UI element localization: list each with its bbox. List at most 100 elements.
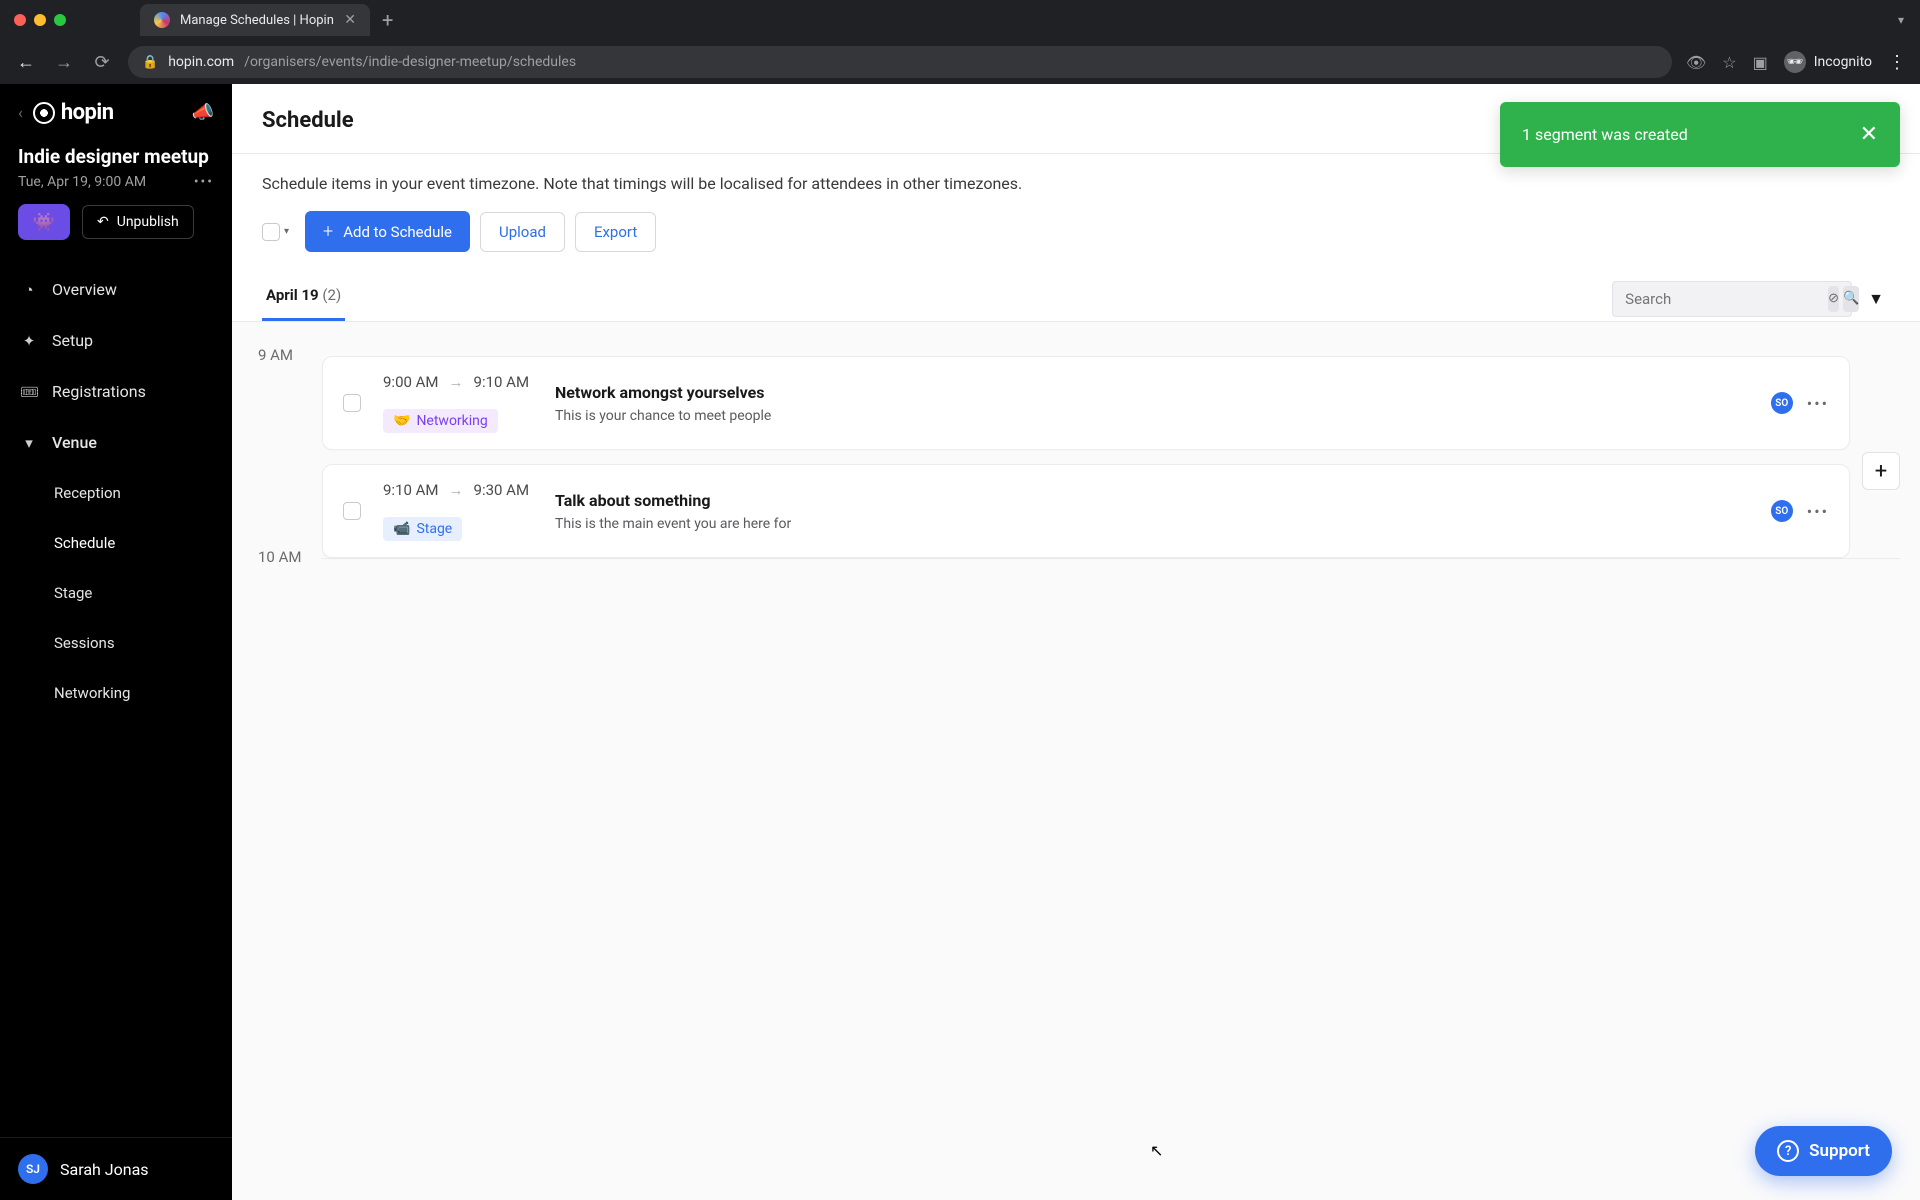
toast-success: 1 segment was created ✕ (1500, 102, 1900, 167)
tab-close-icon[interactable]: ✕ (344, 12, 356, 28)
segment-title: Network amongst yourselves (555, 383, 771, 402)
window-minimize-icon[interactable] (34, 14, 46, 26)
sidebar-item-stage[interactable]: Stage (0, 568, 232, 618)
segment-tag-stage: 📹 Stage (383, 517, 462, 541)
nav-label: Reception (54, 484, 121, 502)
hopin-logo-icon (33, 102, 55, 124)
toast-message: 1 segment was created (1522, 125, 1688, 144)
main-content: 1 segment was created ✕ Schedule Schedul… (232, 84, 1920, 1200)
search-icon[interactable]: 🔍 (1843, 286, 1859, 312)
incognito-label: Incognito (1814, 54, 1872, 70)
sidebar-item-overview[interactable]: ◔ Overview (0, 264, 232, 315)
tabs-overflow-icon[interactable]: ▾ (1882, 13, 1920, 27)
nav-label: Overview (52, 280, 117, 299)
handshake-icon: 🤝 (393, 413, 410, 429)
tab-date-count: (2) (322, 286, 341, 304)
video-icon: 📹 (393, 521, 410, 537)
incognito-indicator[interactable]: 🕶 Incognito (1784, 51, 1872, 73)
tab-date-apr19[interactable]: April 19 (2) (262, 276, 345, 321)
schedule-segment[interactable]: 9:00 AM → 9:10 AM 🤝 Networking Network a… (322, 356, 1850, 450)
segment-start: 9:00 AM (383, 373, 439, 391)
window-close-icon[interactable] (14, 14, 26, 26)
segment-checkbox[interactable] (343, 502, 361, 520)
speaker-badge[interactable]: SO (1771, 392, 1793, 414)
nav-label: Stage (54, 584, 92, 602)
arrow-right-icon: → (449, 481, 464, 499)
clear-search-icon[interactable]: ⊘ (1828, 286, 1839, 312)
caret-down-icon: ▾ (20, 434, 38, 452)
star-icon[interactable]: ☆ (1722, 53, 1736, 72)
omnibox[interactable]: 🔒 hopin.com/organisers/events/indie-desi… (128, 46, 1672, 78)
add-label: Add to Schedule (343, 223, 452, 241)
search-input[interactable] (1625, 290, 1824, 308)
select-all-checkbox[interactable]: ▾ (262, 223, 295, 241)
eye-off-icon[interactable]: 👁 (1686, 53, 1706, 72)
support-button[interactable]: ? Support (1755, 1126, 1892, 1176)
sidebar-item-venue[interactable]: ▾ Venue (0, 417, 232, 468)
logo-text: hopin (61, 100, 114, 125)
announcements-icon[interactable]: 📣 (192, 102, 214, 123)
ticket-icon: 🎟 (20, 383, 38, 401)
segment-checkbox[interactable] (343, 394, 361, 412)
toast-close-icon[interactable]: ✕ (1860, 122, 1878, 147)
upload-button[interactable]: Upload (480, 212, 565, 252)
sidebar-user[interactable]: SJ Sarah Jonas (0, 1137, 232, 1200)
wand-icon: ✦ (20, 332, 38, 350)
event-date: Tue, Apr 19, 9:00 AM (18, 174, 146, 190)
sidebar-nav: ◔ Overview ✦ Setup 🎟 Registrations ▾ Ven… (0, 258, 232, 718)
hour-label-10am: 10 AM (258, 548, 301, 566)
url-path: /organisers/events/indie-designer-meetup… (244, 54, 576, 70)
url-host: hopin.com (168, 54, 234, 70)
sidebar-item-registrations[interactable]: 🎟 Registrations (0, 366, 232, 417)
export-label: Export (594, 223, 637, 241)
nav-back-icon[interactable]: ← (14, 52, 38, 73)
hour-divider (322, 558, 1900, 559)
nav-forward-icon[interactable]: → (52, 52, 76, 73)
tab-date-label: April 19 (266, 286, 319, 304)
incognito-icon: 🕶 (1784, 51, 1806, 73)
checkbox-icon (262, 223, 280, 241)
sidebar-item-setup[interactable]: ✦ Setup (0, 315, 232, 366)
segment-menu-icon[interactable]: ••• (1807, 502, 1829, 521)
segment-end: 9:10 AM (474, 373, 530, 391)
new-tab-button[interactable]: + (370, 8, 405, 32)
window-maximize-icon[interactable] (54, 14, 66, 26)
segment-end: 9:30 AM (474, 481, 530, 499)
plus-icon: + (1875, 459, 1887, 484)
event-title: Indie designer meetup (18, 145, 214, 168)
unpublish-button[interactable]: ↶ Unpublish (82, 205, 194, 239)
add-to-schedule-button[interactable]: + Add to Schedule (305, 211, 470, 252)
sidebar-item-sessions[interactable]: Sessions (0, 618, 232, 668)
sidebar-back-icon[interactable]: ‹ (18, 103, 23, 122)
sidebar-item-reception[interactable]: Reception (0, 468, 232, 518)
speaker-badge[interactable]: SO (1771, 500, 1793, 522)
browser-tab[interactable]: Manage Schedules | Hopin ✕ (140, 4, 370, 36)
unpublish-label: Unpublish (117, 214, 179, 230)
nav-label: Setup (52, 331, 93, 350)
filter-icon[interactable]: ▼ (1862, 289, 1890, 309)
sidebar-item-networking[interactable]: Networking (0, 668, 232, 718)
nav-label: Schedule (54, 534, 115, 552)
hour-label-9am: 9 AM (258, 346, 293, 364)
pie-chart-icon: ◔ (20, 281, 38, 299)
search-box[interactable]: ⊘ 🔍 (1612, 281, 1852, 317)
sidebar-item-schedule[interactable]: Schedule (0, 518, 232, 568)
browser-chrome: Manage Schedules | Hopin ✕ + ▾ ← → ⟳ 🔒 h… (0, 0, 1920, 84)
event-more-icon[interactable]: ••• (194, 174, 214, 190)
add-segment-fab[interactable]: + (1862, 452, 1900, 490)
segment-menu-icon[interactable]: ••• (1807, 394, 1829, 413)
event-avatar-icon[interactable]: 👾 (18, 204, 70, 240)
tag-label: Stage (416, 521, 452, 537)
segment-title: Talk about something (555, 491, 791, 510)
browser-menu-icon[interactable]: ⋮ (1888, 52, 1906, 73)
date-tabs: April 19 (2) ⊘ 🔍 ▼ (232, 252, 1920, 322)
sidebar: ‹ hopin 📣 Indie designer meetup Tue, Apr… (0, 84, 232, 1200)
nav-reload-icon[interactable]: ⟳ (90, 52, 114, 73)
tab-bar: Manage Schedules | Hopin ✕ + (140, 0, 405, 40)
hopin-logo[interactable]: hopin (33, 100, 114, 125)
panel-icon[interactable]: ▣ (1753, 53, 1768, 72)
export-button[interactable]: Export (575, 212, 656, 252)
segment-tag-networking: 🤝 Networking (383, 409, 498, 433)
schedule-segment[interactable]: 9:10 AM → 9:30 AM 📹 Stage Talk about som… (322, 464, 1850, 558)
nav-label: Venue (52, 433, 97, 452)
